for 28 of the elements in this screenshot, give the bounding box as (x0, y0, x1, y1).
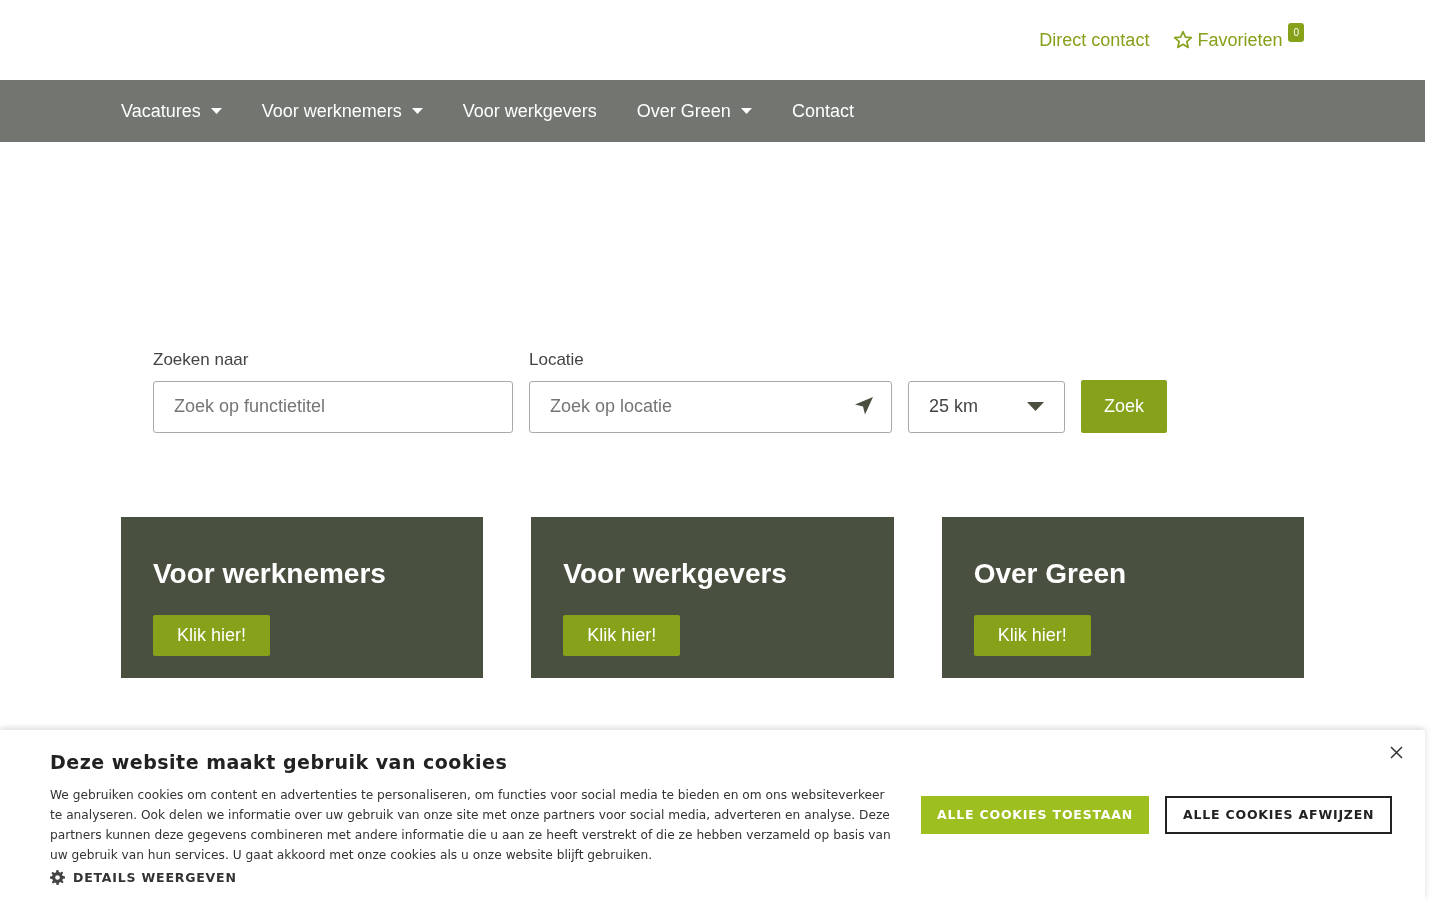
radius-select[interactable]: 25 km (908, 380, 1065, 433)
details-link[interactable]: DETAILS WEERGEVEN (50, 868, 905, 888)
location-field[interactable]: Zoek op locatie (529, 380, 892, 433)
more-button[interactable]: Klik hier! (563, 614, 681, 656)
search-field[interactable]: Zoek op functietitel (153, 380, 513, 433)
banner-title: Deze website maakt gebruik van cookies (50, 750, 509, 775)
more-button[interactable]: Klik hier! (973, 614, 1091, 656)
nav-link[interactable]: Vacatures (121, 97, 222, 125)
caret-icon (1027, 401, 1044, 412)
location-arrow-icon[interactable] (854, 395, 874, 416)
contact-link[interactable]: Direct contact (1039, 26, 1150, 54)
banner-text: We gebruiken cookies om content en advertenties te personaliseren, om functies voor social media te bieden en om ons websiteverkeer te analyseren. Ook delen we informatie over uw gebruik van onze site met onze partners voor social media, adverteren en analyse. Deze partners kunnen deze gegevens combineren met andere informatie die u aan ze heeft verstrekt of die ze hebben verzameld op basis van uw gebruik van hun services. U gaat akkoord met onze cookies als u onze website blijft gebruiken. (50, 786, 892, 864)
more-button[interactable]: Klik hier! (153, 614, 271, 656)
star-icon (1173, 30, 1194, 50)
nav-link[interactable]: Contact (791, 97, 854, 125)
close-icon[interactable] (1390, 746, 1403, 759)
search-button[interactable]: Zoek (1081, 379, 1167, 433)
reject-button[interactable]: ALLE COOKIES AFWIJZEN (1165, 796, 1393, 834)
field-label: Zoeken naar (153, 349, 250, 371)
gear-icon (50, 870, 65, 886)
favorites-count: 0 (1288, 22, 1304, 42)
field-label: Locatie (529, 349, 585, 371)
nav-link[interactable]: Over Green (636, 97, 752, 125)
nav-link[interactable]: Voor werknemers (261, 97, 423, 125)
card-title: Voor werkgevers (563, 556, 788, 591)
card-title: Voor werknemers (153, 556, 387, 591)
card-title: Over Green (973, 556, 1128, 591)
nav-link[interactable]: Voor werkgevers (462, 97, 597, 125)
